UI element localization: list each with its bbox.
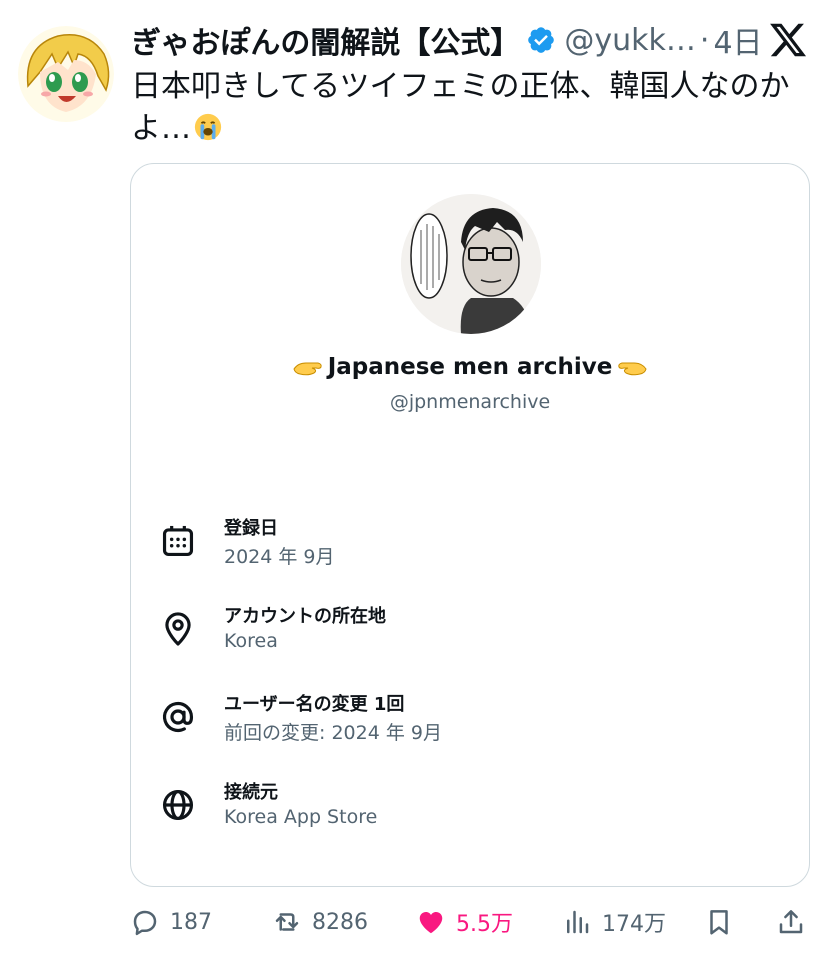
calendar-icon xyxy=(162,525,194,557)
card-account-name-text: Japanese men archive xyxy=(327,354,613,380)
info-value: 前回の変更: 2024 年 9月 xyxy=(224,722,442,744)
account-info-card[interactable]: Japanese men archive @jpnmenarchive 登録日 … xyxy=(130,163,810,887)
share-icon xyxy=(779,910,803,934)
repost-icon xyxy=(275,913,299,931)
author-avatar[interactable] xyxy=(18,26,114,122)
info-label: 接続元 xyxy=(224,782,278,803)
info-label: 登録日 xyxy=(224,518,278,539)
bookmark-icon xyxy=(710,910,728,935)
info-value: Korea xyxy=(224,630,278,652)
location-pin-icon xyxy=(165,612,191,646)
info-value: Korea App Store xyxy=(224,806,378,828)
card-account-avatar xyxy=(401,194,541,334)
author-name[interactable]: ぎゃおぽんの闇解説【公式】 xyxy=(131,18,520,62)
pinching-hand-emoji-icon xyxy=(293,362,322,376)
info-value: 2024 年 9月 xyxy=(224,546,335,568)
repost-button[interactable]: 8286 xyxy=(272,900,368,944)
info-row-registered: 登録日 2024 年 9月 xyxy=(131,514,809,574)
info-row-username-change: ユーザー名の変更 1回 前回の変更: 2024 年 9月 xyxy=(131,690,809,750)
x-logo-icon[interactable] xyxy=(768,20,808,60)
like-button[interactable]: 5.5万 xyxy=(416,900,513,944)
reply-count: 187 xyxy=(170,909,212,935)
globe-icon xyxy=(162,789,194,821)
verified-badge-icon xyxy=(528,27,555,53)
info-row-location: アカウントの所在地 Korea xyxy=(131,602,809,662)
tweet-text: 日本叩きしてるツイフェミの正体、韓国人なのかよ… xyxy=(131,66,801,150)
info-label: アカウントの所在地 xyxy=(224,606,386,627)
bookmark-button[interactable] xyxy=(704,900,734,944)
share-button[interactable] xyxy=(776,900,806,944)
card-account-handle: @jpnmenarchive xyxy=(389,391,551,413)
tweet-timestamp[interactable]: 4日 xyxy=(713,18,762,62)
loudly-crying-emoji-icon xyxy=(194,113,222,141)
reply-button[interactable]: 187 xyxy=(130,900,212,944)
analytics-bar-icon xyxy=(567,910,589,934)
tweet-action-bar: 187 8286 5.5万 174万 xyxy=(0,900,828,944)
like-count: 5.5万 xyxy=(456,912,513,937)
repost-count: 8286 xyxy=(312,909,368,935)
views-button[interactable]: 174万 xyxy=(562,900,666,944)
separator-dot: · xyxy=(699,22,710,58)
info-label: ユーザー名の変更 1回 xyxy=(224,694,405,715)
tweet-body: 日本叩きしてるツイフェミの正体、韓国人なのかよ… xyxy=(131,69,790,146)
at-sign-icon xyxy=(162,701,194,733)
pinching-hand-emoji-icon xyxy=(618,362,647,376)
tweet-header: ぎゃおぽんの闇解説【公式】 @yukk… · 4日 xyxy=(131,18,763,62)
reply-icon xyxy=(133,910,157,936)
view-count: 174万 xyxy=(602,912,666,937)
author-handle[interactable]: @yukk… xyxy=(564,23,696,58)
card-account-name: Japanese men archive xyxy=(131,354,809,380)
info-row-connected-via: 接続元 Korea App Store xyxy=(131,778,809,838)
heart-filled-icon xyxy=(419,912,443,934)
